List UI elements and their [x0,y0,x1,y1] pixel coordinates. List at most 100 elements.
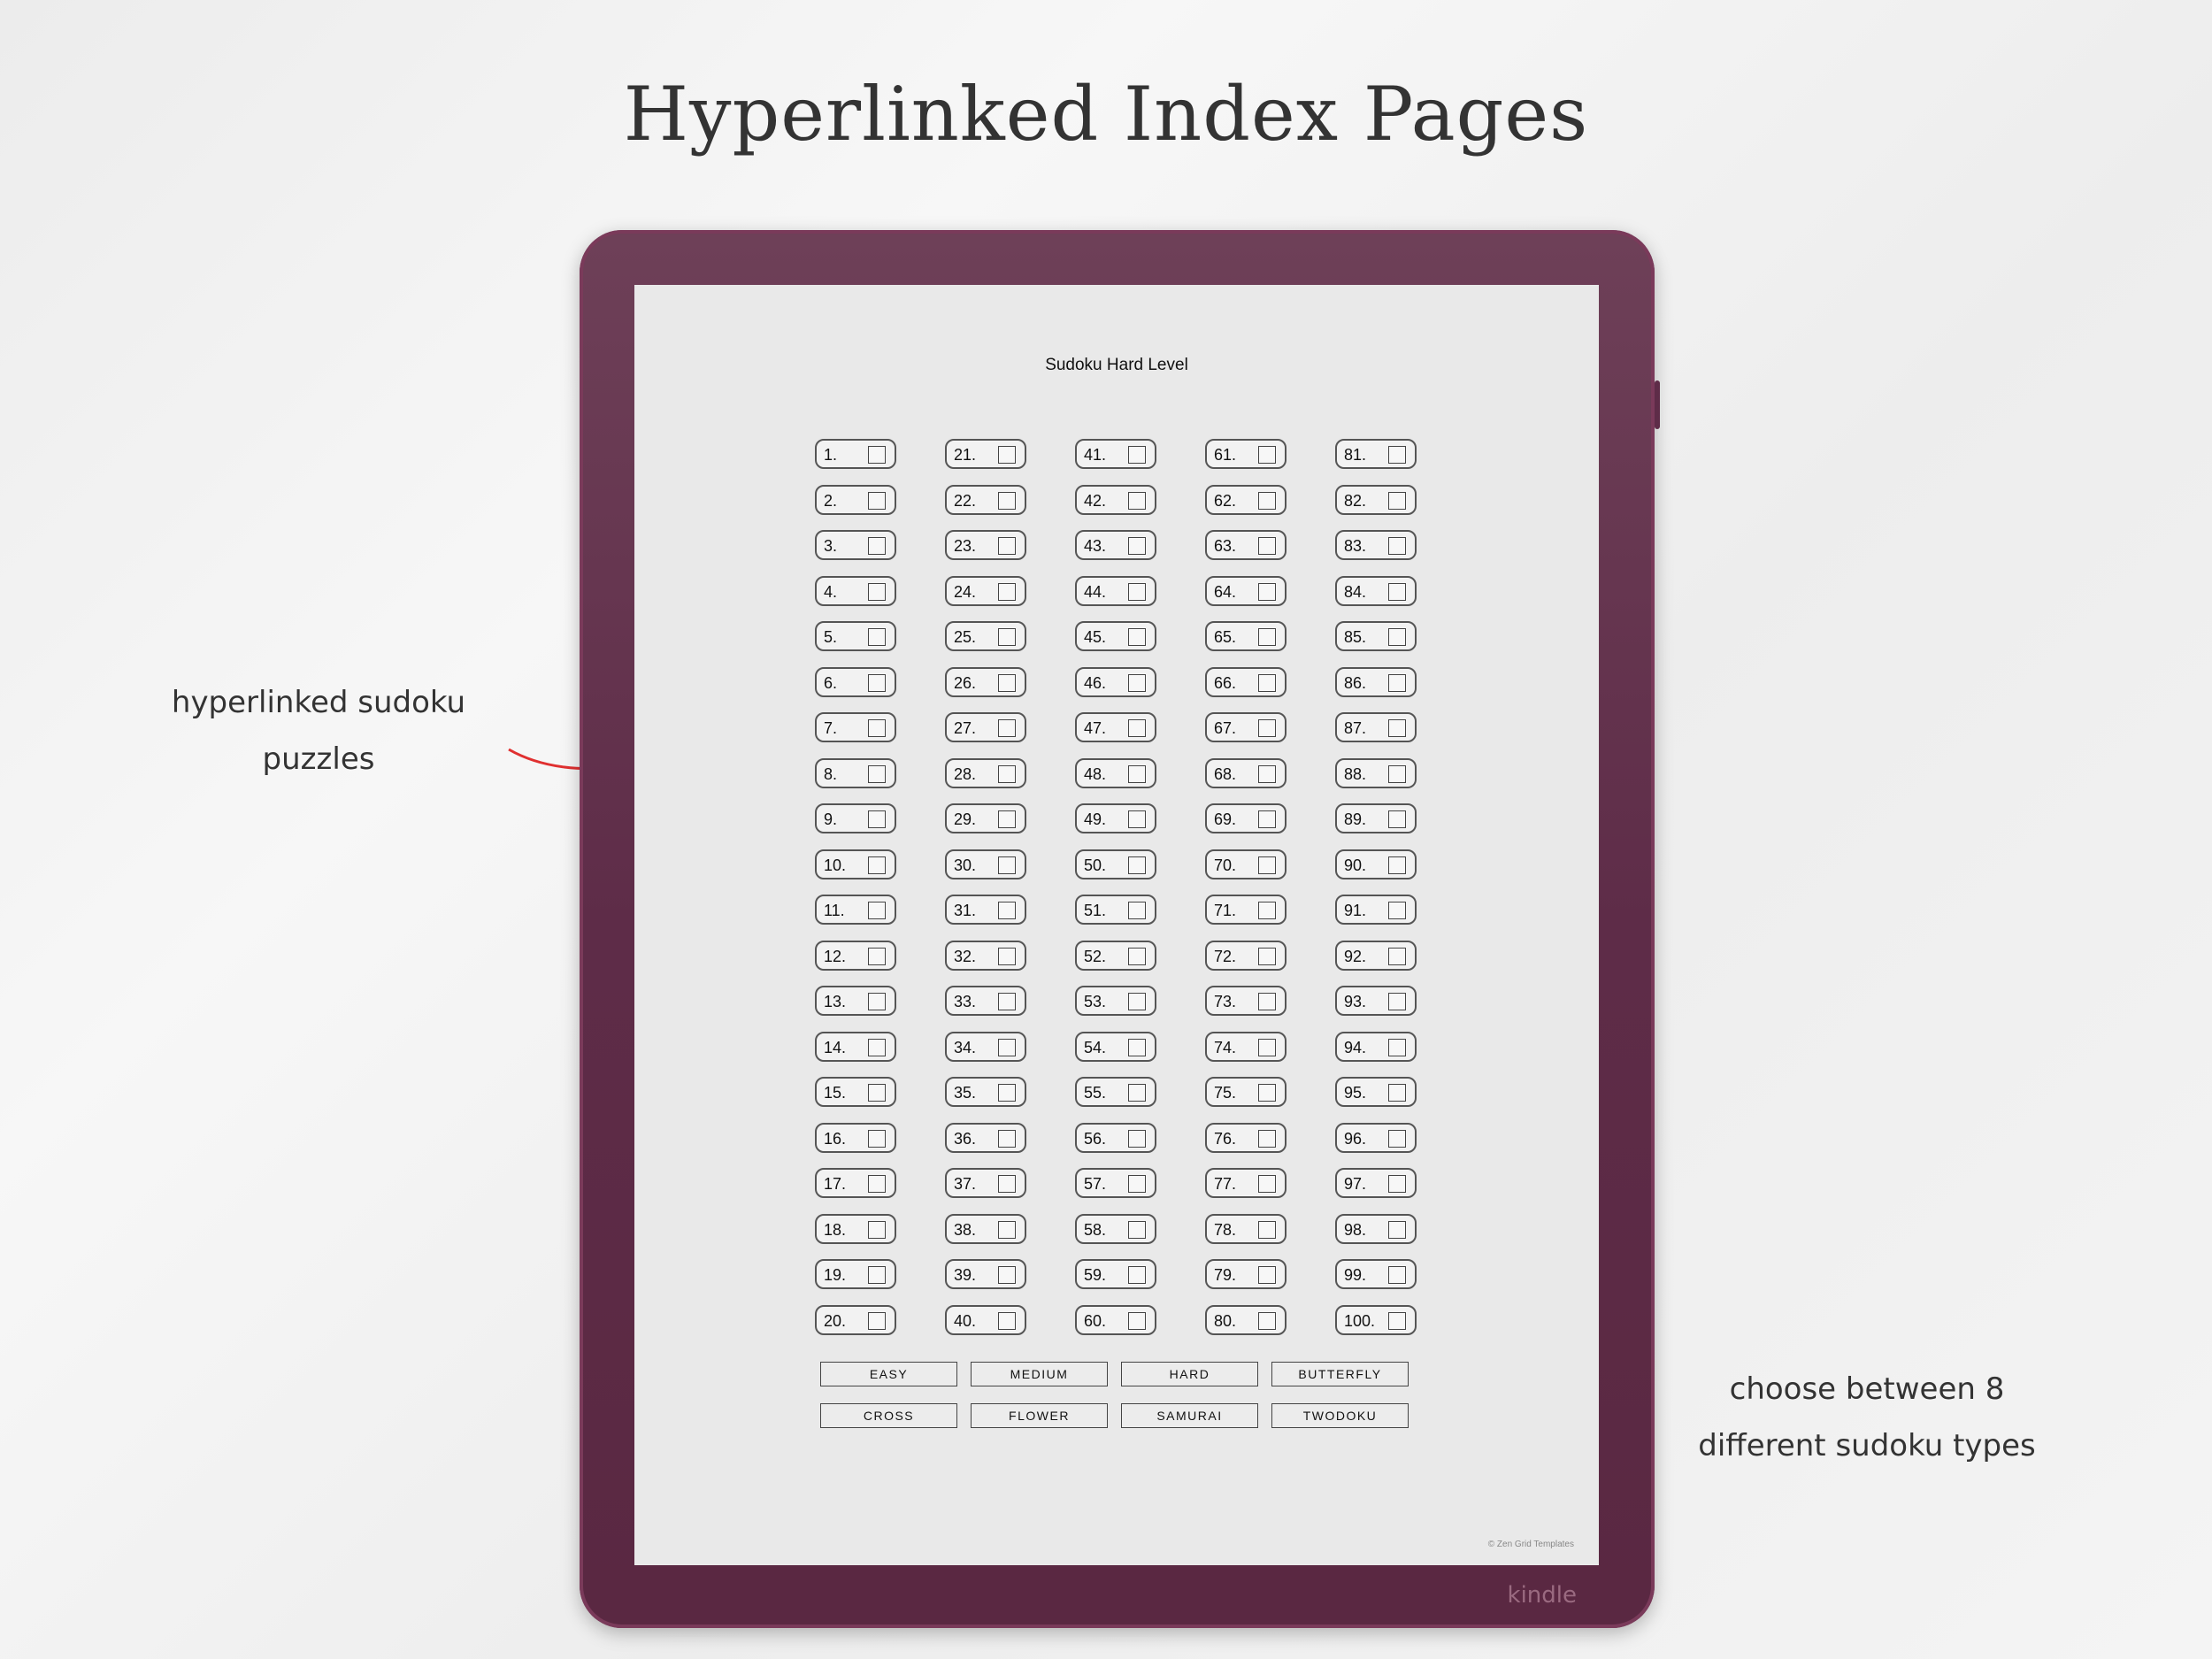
puzzle-checkbox[interactable] [1128,719,1146,737]
puzzle-link[interactable]: 19. [815,1259,896,1289]
puzzle-link[interactable]: 45. [1075,621,1156,651]
puzzle-checkbox[interactable] [868,764,886,783]
puzzle-checkbox[interactable] [998,1266,1016,1284]
puzzle-link[interactable]: 96. [1335,1122,1417,1153]
puzzle-checkbox[interactable] [1258,856,1276,874]
puzzle-checkbox[interactable] [998,446,1016,464]
type-link-twodoku[interactable]: TWODOKU [1271,1403,1409,1428]
puzzle-link[interactable]: 46. [1075,666,1156,697]
puzzle-checkbox[interactable] [998,673,1016,692]
puzzle-link[interactable]: 52. [1075,940,1156,971]
puzzle-checkbox[interactable] [868,673,886,692]
puzzle-link[interactable]: 63. [1205,530,1286,560]
puzzle-link[interactable]: 94. [1335,1031,1417,1062]
puzzle-link[interactable]: 98. [1335,1213,1417,1244]
puzzle-checkbox[interactable] [1258,1266,1276,1284]
puzzle-link[interactable]: 25. [945,621,1026,651]
puzzle-link[interactable]: 33. [945,986,1026,1016]
puzzle-link[interactable]: 68. [1205,757,1286,788]
puzzle-link[interactable]: 11. [815,895,896,925]
puzzle-link[interactable]: 73. [1205,986,1286,1016]
puzzle-checkbox[interactable] [998,1129,1016,1148]
type-link-butterfly[interactable]: BUTTERFLY [1271,1362,1409,1386]
type-link-medium[interactable]: MEDIUM [971,1362,1108,1386]
puzzle-checkbox[interactable] [1258,537,1276,555]
puzzle-link[interactable]: 49. [1075,803,1156,833]
type-link-flower[interactable]: FLOWER [971,1403,1108,1428]
puzzle-checkbox[interactable] [998,537,1016,555]
puzzle-checkbox[interactable] [868,537,886,555]
puzzle-link[interactable]: 64. [1205,575,1286,606]
puzzle-checkbox[interactable] [1258,491,1276,510]
puzzle-link[interactable]: 55. [1075,1077,1156,1107]
puzzle-link[interactable]: 20. [815,1304,896,1335]
puzzle-link[interactable]: 72. [1205,940,1286,971]
puzzle-link[interactable]: 80. [1205,1304,1286,1335]
puzzle-link[interactable]: 12. [815,940,896,971]
puzzle-link[interactable]: 88. [1335,757,1417,788]
puzzle-link[interactable]: 87. [1335,712,1417,742]
puzzle-checkbox[interactable] [1388,491,1406,510]
puzzle-checkbox[interactable] [1388,537,1406,555]
puzzle-checkbox[interactable] [868,1084,886,1102]
puzzle-checkbox[interactable] [868,947,886,965]
puzzle-link[interactable]: 21. [945,439,1026,469]
puzzle-checkbox[interactable] [1388,947,1406,965]
puzzle-link[interactable]: 17. [815,1168,896,1198]
puzzle-link[interactable]: 28. [945,757,1026,788]
puzzle-checkbox[interactable] [1128,491,1146,510]
puzzle-link[interactable]: 67. [1205,712,1286,742]
puzzle-link[interactable]: 56. [1075,1122,1156,1153]
puzzle-link[interactable]: 62. [1205,484,1286,515]
puzzle-link[interactable]: 90. [1335,849,1417,879]
puzzle-checkbox[interactable] [1388,1129,1406,1148]
puzzle-checkbox[interactable] [1128,764,1146,783]
puzzle-link[interactable]: 18. [815,1213,896,1244]
puzzle-link[interactable]: 89. [1335,803,1417,833]
puzzle-link[interactable]: 81. [1335,439,1417,469]
puzzle-checkbox[interactable] [1128,856,1146,874]
puzzle-link[interactable]: 83. [1335,530,1417,560]
puzzle-link[interactable]: 78. [1205,1213,1286,1244]
puzzle-link[interactable]: 97. [1335,1168,1417,1198]
puzzle-link[interactable]: 26. [945,666,1026,697]
puzzle-checkbox[interactable] [1388,628,1406,646]
puzzle-checkbox[interactable] [1128,673,1146,692]
puzzle-checkbox[interactable] [998,1220,1016,1239]
puzzle-link[interactable]: 50. [1075,849,1156,879]
puzzle-link[interactable]: 99. [1335,1259,1417,1289]
puzzle-checkbox[interactable] [1258,582,1276,601]
puzzle-checkbox[interactable] [1258,1038,1276,1056]
puzzle-checkbox[interactable] [868,1129,886,1148]
puzzle-link[interactable]: 29. [945,803,1026,833]
puzzle-checkbox[interactable] [1258,993,1276,1010]
puzzle-link[interactable]: 32. [945,940,1026,971]
puzzle-checkbox[interactable] [1388,764,1406,783]
puzzle-checkbox[interactable] [1258,1311,1276,1330]
puzzle-link[interactable]: 16. [815,1122,896,1153]
puzzle-checkbox[interactable] [1388,719,1406,737]
puzzle-link[interactable]: 24. [945,575,1026,606]
puzzle-link[interactable]: 66. [1205,666,1286,697]
puzzle-checkbox[interactable] [1128,1220,1146,1239]
puzzle-checkbox[interactable] [868,582,886,601]
puzzle-link[interactable]: 70. [1205,849,1286,879]
puzzle-link[interactable]: 37. [945,1168,1026,1198]
puzzle-link[interactable]: 27. [945,712,1026,742]
puzzle-link[interactable]: 95. [1335,1077,1417,1107]
type-link-hard[interactable]: HARD [1121,1362,1258,1386]
puzzle-checkbox[interactable] [1258,628,1276,646]
type-link-easy[interactable]: EASY [820,1362,957,1386]
puzzle-link[interactable]: 86. [1335,666,1417,697]
puzzle-checkbox[interactable] [868,1038,886,1056]
puzzle-checkbox[interactable] [998,1175,1016,1193]
puzzle-checkbox[interactable] [868,1266,886,1284]
puzzle-checkbox[interactable] [998,764,1016,783]
puzzle-link[interactable]: 2. [815,484,896,515]
puzzle-link[interactable]: 54. [1075,1031,1156,1062]
puzzle-link[interactable]: 93. [1335,986,1417,1016]
puzzle-link[interactable]: 92. [1335,940,1417,971]
puzzle-link[interactable]: 35. [945,1077,1026,1107]
puzzle-link[interactable]: 39. [945,1259,1026,1289]
puzzle-link[interactable]: 74. [1205,1031,1286,1062]
